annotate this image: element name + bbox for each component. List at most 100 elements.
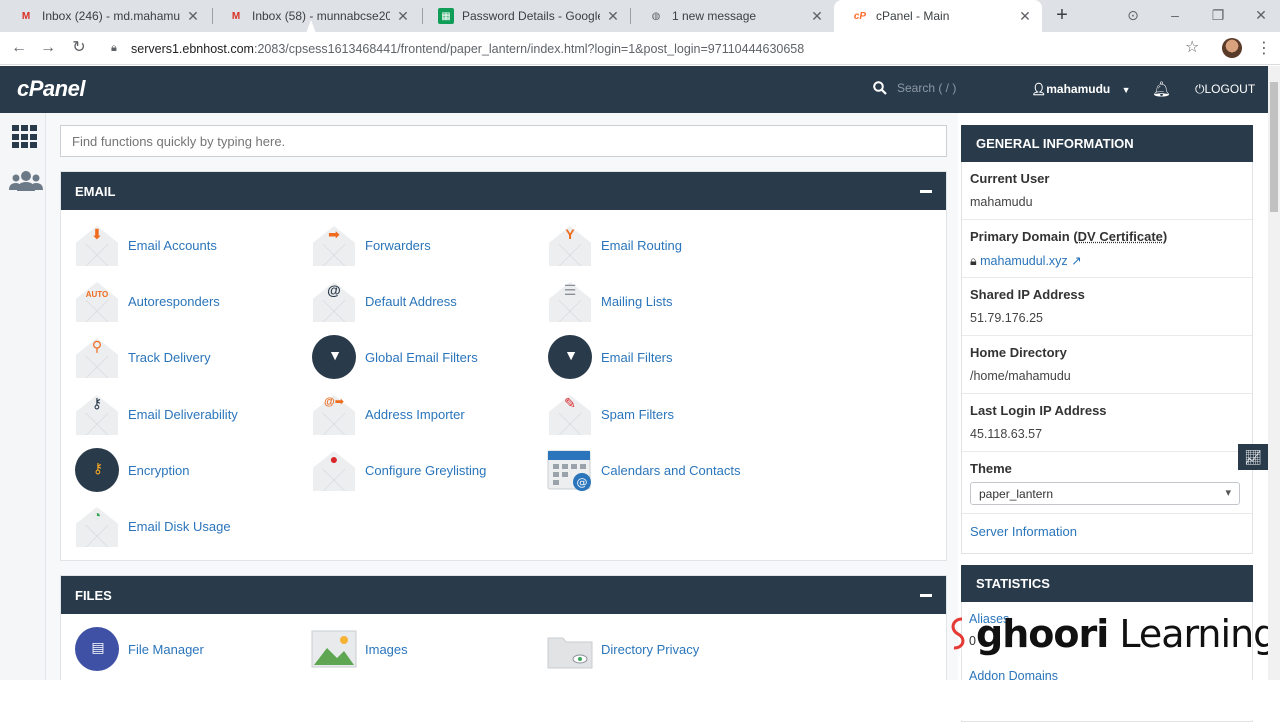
user-menu[interactable]: 👤︎mahamudu ▼ bbox=[1031, 82, 1131, 96]
address-bar[interactable]: 🔒︎ servers1.ebnhost.com:2083/cpsess16134… bbox=[103, 35, 1213, 62]
image-icon bbox=[311, 626, 357, 672]
user-icon: 👤︎ bbox=[1031, 82, 1046, 96]
statistics-header: STATISTICS bbox=[961, 565, 1253, 602]
browser-toolbar: ← → ↻ 🔒︎ servers1.ebnhost.com:2083/cpses… bbox=[0, 32, 1280, 65]
close-tab-icon[interactable]: ✕ bbox=[1018, 8, 1032, 25]
directory-privacy-link[interactable]: Directory Privacy bbox=[547, 626, 699, 672]
email-accounts-icon: ⬇ bbox=[74, 222, 120, 268]
forwarders-link[interactable]: ➡ Forwarders bbox=[311, 222, 431, 268]
at-sign-icon: @ bbox=[311, 278, 357, 324]
collapse-icon[interactable] bbox=[920, 190, 932, 193]
external-link-icon[interactable]: ↗ bbox=[1071, 254, 1081, 268]
email-panel-header[interactable]: EMAIL bbox=[61, 172, 946, 210]
address-importer-icon: @➡ bbox=[311, 391, 357, 437]
spam-filter-icon: ✎ bbox=[547, 391, 593, 437]
mailing-lists-icon: ☰ bbox=[547, 278, 593, 324]
bookmark-star-icon[interactable]: ☆ bbox=[1185, 37, 1199, 57]
theme-select[interactable]: paper_lantern bbox=[970, 482, 1240, 505]
find-functions-input[interactable] bbox=[60, 125, 947, 157]
ghoori-logo-icon bbox=[948, 616, 976, 652]
tab-search-icon[interactable]: ⊙ bbox=[1121, 4, 1145, 28]
default-address-link[interactable]: @ Default Address bbox=[311, 278, 457, 324]
minimize-icon[interactable]: – bbox=[1163, 4, 1187, 28]
close-tab-icon[interactable]: ✕ bbox=[810, 8, 824, 25]
server-information-link[interactable]: Server Information bbox=[962, 514, 1252, 553]
dv-certificate-link[interactable]: DV Certificate bbox=[1078, 229, 1163, 244]
files-panel-header[interactable]: FILES bbox=[61, 576, 946, 614]
collapse-icon[interactable] bbox=[920, 594, 932, 597]
email-disk-usage-link[interactable]: ◔ Email Disk Usage bbox=[74, 503, 231, 549]
home-directory-row: Home Directory /home/mahamudu bbox=[962, 336, 1252, 394]
encryption-link[interactable]: ⚷ Encryption bbox=[74, 447, 189, 493]
stats-chart-icon[interactable]: 📈︎ bbox=[1238, 444, 1268, 470]
images-link[interactable]: Images bbox=[311, 626, 408, 672]
ghoori-learning-watermark: ghoori Learning bbox=[948, 612, 1276, 656]
browser-tab-sheets[interactable]: ▦ Password Details - Google Sh ✕ bbox=[420, 0, 630, 32]
email-routing-link[interactable]: Y Email Routing bbox=[547, 222, 682, 268]
theme-row: Theme paper_lantern bbox=[962, 452, 1252, 514]
header-search[interactable]: Search ( / ) bbox=[873, 81, 956, 95]
page-scrollbar[interactable] bbox=[1268, 66, 1280, 680]
shared-ip-row: Shared IP Address 51.79.176.25 bbox=[962, 278, 1252, 336]
maximize-icon[interactable]: ❐ bbox=[1206, 4, 1230, 28]
primary-domain-row: Primary Domain (DV Certificate) 🔒︎ maham… bbox=[962, 220, 1252, 278]
close-tab-icon[interactable]: ✕ bbox=[396, 8, 410, 25]
folder-eye-icon bbox=[547, 626, 593, 672]
address-importer-link[interactable]: @➡ Address Importer bbox=[311, 391, 465, 437]
filter-icon: ▼ bbox=[547, 334, 593, 380]
general-information-panel: GENERAL INFORMATION Current User mahamud… bbox=[961, 125, 1253, 554]
global-filter-icon: ▼ bbox=[311, 334, 357, 380]
calendars-contacts-link[interactable]: @ Calendars and Contacts bbox=[547, 447, 740, 493]
email-accounts-link[interactable]: ⬇ Email Accounts bbox=[74, 222, 217, 268]
close-tab-icon[interactable]: ✕ bbox=[606, 8, 620, 25]
autoresponders-link[interactable]: AUTO Autoresponders bbox=[74, 278, 220, 324]
close-tab-icon[interactable]: ✕ bbox=[186, 8, 200, 25]
logout-button[interactable]: ⏻LOGOUT bbox=[1195, 82, 1255, 97]
track-delivery-link[interactable]: ⚲ Track Delivery bbox=[74, 334, 211, 380]
page-bottom-area bbox=[0, 680, 1280, 720]
email-filters-link[interactable]: ▼ Email Filters bbox=[547, 334, 673, 380]
spam-filters-link[interactable]: ✎ Spam Filters bbox=[547, 391, 674, 437]
cpanel-header: cPanel Search ( / ) 👤︎mahamudu ▼ 🔔︎ ⏻LOG… bbox=[0, 66, 1268, 113]
users-icon[interactable] bbox=[9, 169, 43, 193]
last-login-row: Last Login IP Address 45.118.63.57 bbox=[962, 394, 1252, 452]
email-deliverability-link[interactable]: ⚷ Email Deliverability bbox=[74, 391, 238, 437]
gmail-icon: M bbox=[228, 8, 244, 24]
mailing-lists-link[interactable]: ☰ Mailing Lists bbox=[547, 278, 673, 324]
cpanel-icon: cP bbox=[852, 8, 868, 24]
track-delivery-icon: ⚲ bbox=[74, 334, 120, 380]
browser-menu-icon[interactable]: ⋮ bbox=[1256, 38, 1272, 58]
bell-icon[interactable]: 🔔︎ bbox=[1152, 80, 1171, 98]
files-panel: FILES ▤ File Manager Images Directory Pr… bbox=[60, 575, 947, 685]
email-routing-icon: Y bbox=[547, 222, 593, 268]
apps-grid-icon[interactable] bbox=[12, 125, 38, 149]
caret-down-icon: ▼ bbox=[1122, 85, 1131, 95]
primary-domain-link[interactable]: mahamudul.xyz bbox=[980, 254, 1068, 268]
file-manager-link[interactable]: ▤ File Manager bbox=[74, 626, 204, 672]
browser-tab-message[interactable]: ◍ 1 new message ✕ bbox=[630, 0, 834, 32]
avatar[interactable] bbox=[1222, 38, 1242, 58]
left-sidebar bbox=[0, 113, 46, 680]
back-icon[interactable]: ← bbox=[8, 37, 30, 59]
configure-greylisting-link[interactable]: ● Configure Greylisting bbox=[311, 447, 486, 493]
browser-tab-strip: M Inbox (246) - md.mahamudul ✕ M Inbox (… bbox=[0, 0, 1280, 32]
general-information-header: GENERAL INFORMATION bbox=[961, 125, 1253, 162]
window-close-icon[interactable]: ✕ bbox=[1249, 4, 1273, 28]
cpanel-logo[interactable]: cPanel bbox=[17, 76, 85, 102]
new-tab-button[interactable]: + bbox=[1050, 4, 1074, 28]
autoresponders-icon: AUTO bbox=[74, 278, 120, 324]
encryption-key-icon: ⚷ bbox=[74, 447, 120, 493]
lock-icon: 🔒︎ bbox=[111, 42, 123, 55]
reload-icon[interactable]: ↻ bbox=[68, 37, 90, 59]
global-email-filters-link[interactable]: ▼ Global Email Filters bbox=[311, 334, 478, 380]
forward-icon[interactable]: → bbox=[37, 37, 59, 59]
browser-tab-cpanel[interactable]: cP cPanel - Main ✕ bbox=[834, 0, 1042, 32]
forwarders-icon: ➡ bbox=[311, 222, 357, 268]
key-icon: ⚷ bbox=[74, 391, 120, 437]
logout-icon: ⏻ bbox=[1195, 82, 1205, 96]
lock-icon: 🔒︎ bbox=[970, 254, 977, 268]
svg-text:@: @ bbox=[577, 476, 588, 489]
warning-icon: ● bbox=[311, 447, 357, 493]
email-panel: EMAIL ⬇ Email Accounts AUTO Autoresponde… bbox=[60, 171, 947, 561]
browser-tab-gmail-1[interactable]: M Inbox (246) - md.mahamudul ✕ bbox=[0, 0, 210, 32]
